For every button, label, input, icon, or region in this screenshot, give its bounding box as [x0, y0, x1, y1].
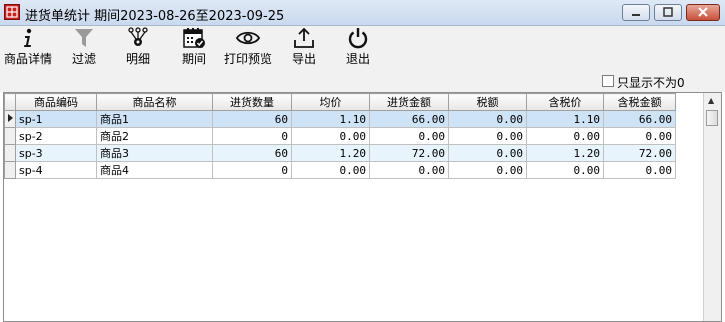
maximize-icon: [663, 7, 673, 17]
exit-button[interactable]: 退出: [340, 26, 376, 70]
cell-code[interactable]: sp-2: [15, 127, 97, 145]
export-icon: [294, 27, 314, 48]
cell-amount[interactable]: 66.00: [369, 110, 449, 128]
calendar-icon: [183, 28, 205, 48]
cell-avg[interactable]: 0.00: [291, 161, 370, 179]
cell-qty[interactable]: 60: [212, 110, 292, 128]
cell-tax[interactable]: 0.00: [448, 110, 527, 128]
cell-amount[interactable]: 0.00: [369, 161, 449, 179]
cell-tax-price[interactable]: 0.00: [526, 127, 604, 145]
row-pointer-icon: [8, 113, 13, 122]
row-indicator: [4, 127, 16, 145]
filter-icon: [75, 29, 93, 47]
toolbar-label: 打印预览: [223, 52, 272, 66]
data-grid[interactable]: 商品编码 商品名称 进货数量 均价 进货金额 税额 含税价 含税金额 sp-1 …: [3, 92, 722, 322]
cell-code[interactable]: sp-3: [15, 144, 97, 162]
cell-avg[interactable]: 0.00: [291, 127, 370, 145]
print-preview-button[interactable]: 打印预览: [222, 26, 274, 70]
row-indicator: [4, 144, 16, 162]
cell-name[interactable]: 商品4: [96, 161, 213, 179]
window-title: 进货单统计 期间2023-08-26至2023-09-25: [25, 9, 285, 24]
export-button[interactable]: 导出: [286, 26, 322, 70]
period-button[interactable]: 期间: [174, 26, 214, 70]
cell-qty[interactable]: 0: [212, 127, 292, 145]
toolbar-label: 退出: [345, 52, 370, 66]
column-header[interactable]: 商品名称: [96, 93, 213, 111]
app-icon[interactable]: [4, 4, 20, 20]
grid-header-row: 商品编码 商品名称 进货数量 均价 进货金额 税额 含税价 含税金额: [4, 93, 676, 111]
column-header[interactable]: 税额: [448, 93, 527, 111]
column-header[interactable]: 均价: [291, 93, 370, 111]
column-header[interactable]: 商品编码: [15, 93, 97, 111]
table-row[interactable]: sp-2 商品2 0 0.00 0.00 0.00 0.00 0.00: [4, 127, 676, 145]
cell-name[interactable]: 商品1: [96, 110, 213, 128]
scroll-up-icon[interactable]: ▲: [708, 97, 714, 105]
filter-button[interactable]: 过滤: [64, 26, 104, 70]
cell-code[interactable]: sp-1: [15, 110, 97, 128]
cell-tax[interactable]: 0.00: [448, 161, 527, 179]
cell-amount[interactable]: 0.00: [369, 127, 449, 145]
scroll-thumb[interactable]: [706, 110, 718, 126]
info-icon: [24, 28, 32, 47]
toolbar-label: 明细: [125, 52, 150, 66]
table-row[interactable]: sp-1 商品1 60 1.10 66.00 0.00 1.10 66.00: [4, 110, 676, 128]
cell-tax-price[interactable]: 0.00: [526, 161, 604, 179]
cell-code[interactable]: sp-4: [15, 161, 97, 179]
toolbar-label: 导出: [291, 52, 316, 66]
current-row-indicator: [4, 110, 16, 128]
grid-table: 商品编码 商品名称 进货数量 均价 进货金额 税额 含税价 含税金额 sp-1 …: [4, 93, 676, 179]
toolbar-label: 过滤: [71, 52, 96, 66]
show-nonzero-checkbox[interactable]: [602, 75, 614, 87]
close-button[interactable]: [686, 4, 720, 21]
cell-tax-amount[interactable]: 72.00: [603, 144, 676, 162]
cell-tax-amount[interactable]: 66.00: [603, 110, 676, 128]
table-row[interactable]: sp-3 商品3 60 1.20 72.00 0.00 1.20 72.00: [4, 144, 676, 162]
table-row[interactable]: sp-4 商品4 0 0.00 0.00 0.00 0.00 0.00: [4, 161, 676, 179]
row-indicator: [4, 161, 16, 179]
toolbar-label: 期间: [181, 52, 206, 66]
minimize-icon: [632, 14, 640, 16]
column-header[interactable]: 进货金额: [369, 93, 449, 111]
cell-name[interactable]: 商品2: [96, 127, 213, 145]
product-detail-button[interactable]: 商品详情: [2, 26, 54, 70]
detail-icon: [128, 27, 148, 46]
cell-qty[interactable]: 0: [212, 161, 292, 179]
filter-bar: 只显示不为0: [0, 70, 725, 92]
eye-icon: [236, 31, 260, 45]
cell-avg[interactable]: 1.20: [291, 144, 370, 162]
close-icon: [698, 7, 708, 17]
cell-tax-amount[interactable]: 0.00: [603, 127, 676, 145]
cell-tax-price[interactable]: 1.10: [526, 110, 604, 128]
cell-qty[interactable]: 60: [212, 144, 292, 162]
cell-name[interactable]: 商品3: [96, 144, 213, 162]
detail-button[interactable]: 明细: [118, 26, 158, 70]
cell-tax-amount[interactable]: 0.00: [603, 161, 676, 179]
vertical-scrollbar[interactable]: ▲: [703, 93, 721, 321]
show-nonzero-label[interactable]: 只显示不为0: [617, 74, 685, 91]
title-bar: 进货单统计 期间2023-08-26至2023-09-25: [0, 0, 725, 26]
cell-tax[interactable]: 0.00: [448, 127, 527, 145]
cell-tax[interactable]: 0.00: [448, 144, 527, 162]
column-header[interactable]: 含税价: [526, 93, 604, 111]
cell-avg[interactable]: 1.10: [291, 110, 370, 128]
column-header[interactable]: 进货数量: [212, 93, 292, 111]
maximize-button[interactable]: [654, 4, 682, 21]
cell-amount[interactable]: 72.00: [369, 144, 449, 162]
toolbar-label: 商品详情: [3, 52, 52, 66]
column-header[interactable]: 含税金额: [603, 93, 676, 111]
power-icon: [348, 28, 368, 49]
cell-tax-price[interactable]: 1.20: [526, 144, 604, 162]
row-indicator-header: [4, 93, 16, 111]
toolbar: 商品详情 过滤 明细 期间 打印预览 导出 退出: [0, 26, 725, 70]
minimize-button[interactable]: [622, 4, 650, 21]
